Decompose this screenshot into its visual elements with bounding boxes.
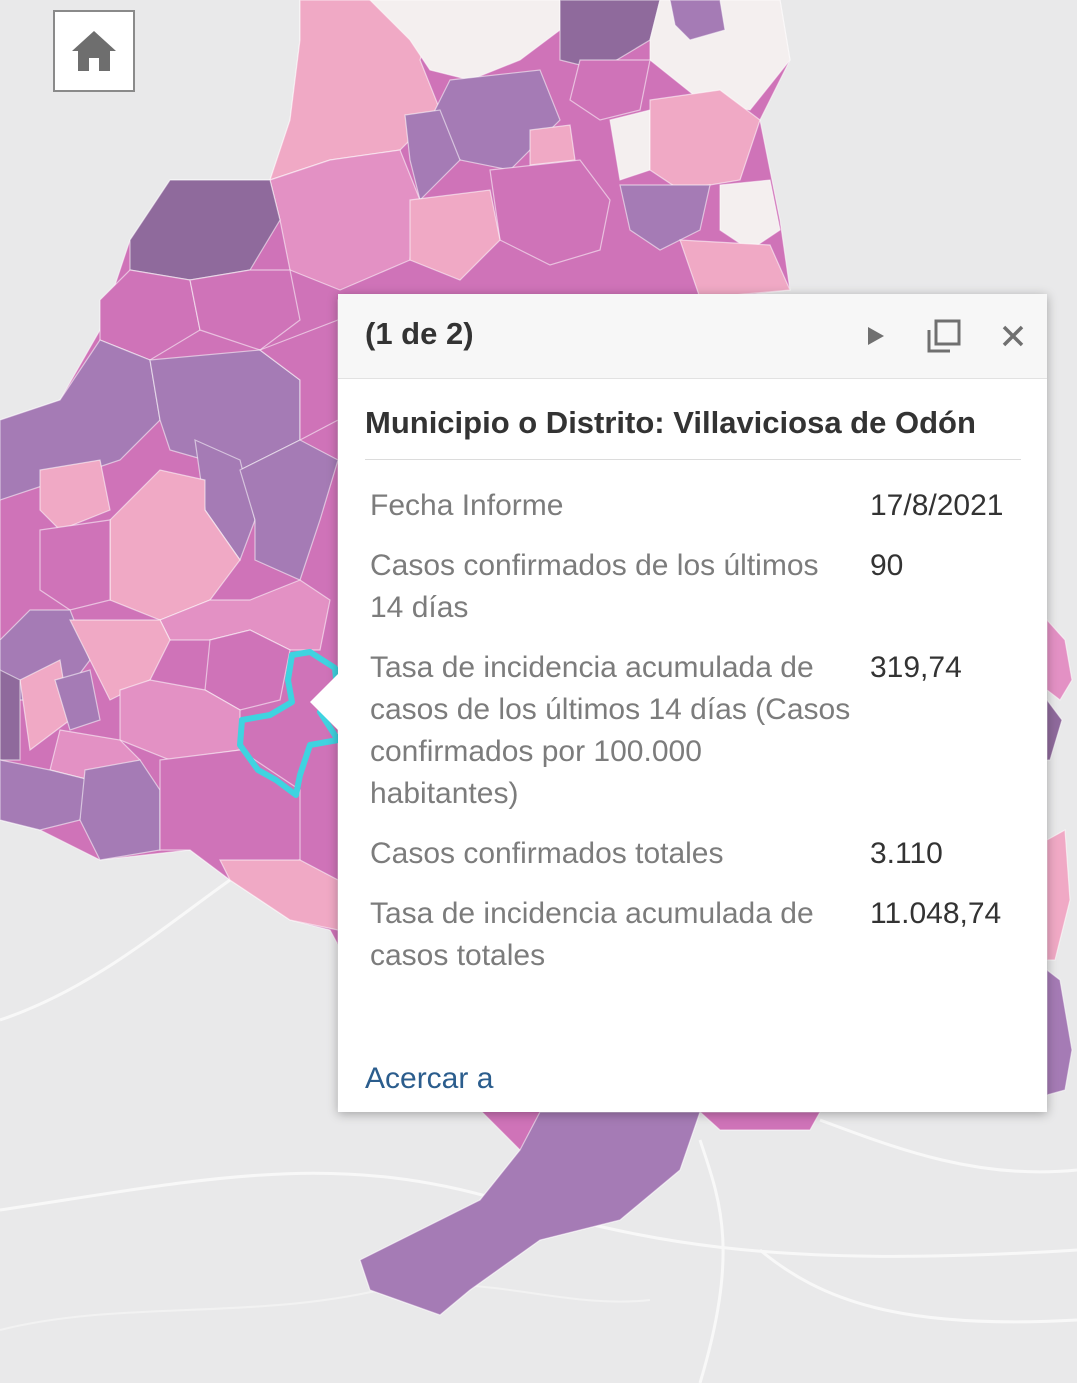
zoom-to-link[interactable]: Acercar a — [365, 1062, 493, 1096]
play-icon — [868, 327, 884, 345]
attribute-label: Casos confirmados de los últimos 14 días — [370, 549, 819, 624]
region — [219, 859, 339, 931]
info-popup: (1 de 2) Municipio o Distrito: Villavici… — [310, 294, 1047, 1112]
region — [1046, 618, 1073, 701]
road — [698, 1139, 725, 1383]
road — [819, 1118, 1077, 1174]
popup-body: Municipio o Distrito: Villaviciosa de Od… — [338, 405, 1047, 986]
popup-pointer — [310, 674, 338, 730]
table-row: Tasa de incidencia acumulada de casos to… — [365, 884, 1021, 986]
attribute-value: 90 — [870, 549, 904, 582]
region — [39, 519, 111, 611]
popup-title: Municipio o Distrito: Villaviciosa de Od… — [365, 405, 1021, 460]
region — [0, 669, 21, 761]
road — [759, 1248, 1077, 1324]
attribute-label: Tasa de incidencia acumulada de casos to… — [370, 897, 814, 972]
table-row: Tasa de incidencia acumulada de casos de… — [365, 638, 1021, 824]
region — [1046, 698, 1063, 761]
attribute-value: 17/8/2021 — [870, 489, 1004, 522]
attribute-value: 319,74 — [870, 651, 962, 684]
attribute-label: Tasa de incidencia acumulada de casos de… — [370, 651, 851, 810]
map-view[interactable]: (1 de 2) Municipio o Distrito: Villavici… — [0, 0, 1077, 1383]
close-button[interactable] — [993, 316, 1033, 356]
maximize-icon — [927, 319, 961, 353]
attribute-value: 3.110 — [870, 837, 943, 870]
road — [0, 878, 231, 1022]
region — [698, 1111, 822, 1131]
next-feature-button[interactable] — [856, 316, 896, 356]
attribute-label: Casos confirmados totales — [370, 837, 724, 870]
region — [359, 1111, 701, 1316]
attribute-table: Fecha Informe 17/8/2021 Casos confirmado… — [365, 476, 1021, 986]
attribute-label: Fecha Informe — [370, 489, 564, 522]
river — [0, 1283, 651, 1331]
region — [1046, 829, 1071, 961]
popup-header: (1 de 2) — [338, 294, 1047, 379]
close-icon — [1002, 325, 1024, 347]
region — [79, 759, 161, 861]
table-row: Casos confirmados totales 3.110 — [365, 824, 1021, 884]
region — [529, 124, 576, 166]
feature-count: (1 de 2) — [365, 316, 474, 351]
home-button[interactable] — [53, 10, 135, 92]
table-row: Casos confirmados de los últimos 14 días… — [365, 536, 1021, 638]
maximize-button[interactable] — [924, 316, 964, 356]
attribute-value: 11.048,74 — [870, 897, 1002, 930]
region — [1046, 968, 1073, 1096]
table-row: Fecha Informe 17/8/2021 — [365, 476, 1021, 536]
home-icon — [72, 31, 116, 71]
